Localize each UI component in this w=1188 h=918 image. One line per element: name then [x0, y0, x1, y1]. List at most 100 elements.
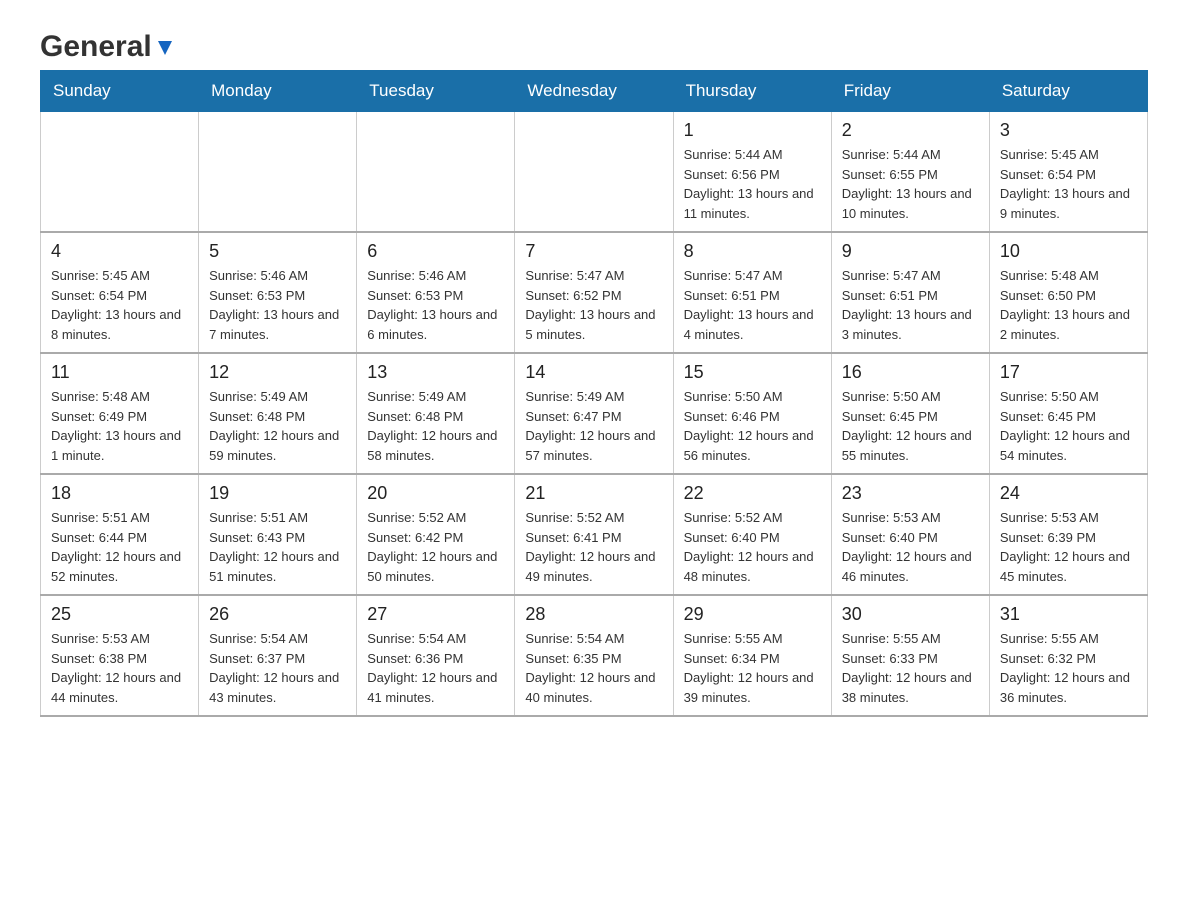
day-info: Sunrise: 5:54 AMSunset: 6:36 PMDaylight:…	[367, 629, 504, 707]
calendar-cell: 20 Sunrise: 5:52 AMSunset: 6:42 PMDayligh…	[357, 474, 515, 595]
day-info: Sunrise: 5:51 AMSunset: 6:43 PMDaylight:…	[209, 508, 346, 586]
day-info: Sunrise: 5:52 AMSunset: 6:42 PMDaylight:…	[367, 508, 504, 586]
calendar-header-thursday: Thursday	[673, 71, 831, 112]
day-number: 10	[1000, 241, 1137, 262]
logo: General	[40, 30, 176, 60]
calendar-week-4: 18 Sunrise: 5:51 AMSunset: 6:44 PMDayligh…	[41, 474, 1148, 595]
calendar-cell: 14 Sunrise: 5:49 AMSunset: 6:47 PMDayligh…	[515, 353, 673, 474]
day-info: Sunrise: 5:45 AMSunset: 6:54 PMDaylight:…	[1000, 145, 1137, 223]
logo-general-text: General	[40, 30, 152, 64]
day-info: Sunrise: 5:49 AMSunset: 6:47 PMDaylight:…	[525, 387, 662, 465]
calendar-cell: 1 Sunrise: 5:44 AMSunset: 6:56 PMDaylight…	[673, 112, 831, 233]
calendar-cell: 7 Sunrise: 5:47 AMSunset: 6:52 PMDaylight…	[515, 232, 673, 353]
day-number: 17	[1000, 362, 1137, 383]
calendar-week-1: 1 Sunrise: 5:44 AMSunset: 6:56 PMDaylight…	[41, 112, 1148, 233]
day-number: 12	[209, 362, 346, 383]
day-number: 18	[51, 483, 188, 504]
day-number: 27	[367, 604, 504, 625]
calendar-cell: 5 Sunrise: 5:46 AMSunset: 6:53 PMDaylight…	[199, 232, 357, 353]
calendar-cell: 18 Sunrise: 5:51 AMSunset: 6:44 PMDayligh…	[41, 474, 199, 595]
day-number: 14	[525, 362, 662, 383]
calendar-cell	[41, 112, 199, 233]
day-number: 21	[525, 483, 662, 504]
day-number: 3	[1000, 120, 1137, 141]
day-number: 5	[209, 241, 346, 262]
calendar-week-2: 4 Sunrise: 5:45 AMSunset: 6:54 PMDaylight…	[41, 232, 1148, 353]
calendar-table: SundayMondayTuesdayWednesdayThursdayFrid…	[40, 70, 1148, 717]
calendar-cell: 19 Sunrise: 5:51 AMSunset: 6:43 PMDayligh…	[199, 474, 357, 595]
day-number: 24	[1000, 483, 1137, 504]
day-number: 1	[684, 120, 821, 141]
calendar-cell: 3 Sunrise: 5:45 AMSunset: 6:54 PMDaylight…	[989, 112, 1147, 233]
day-info: Sunrise: 5:45 AMSunset: 6:54 PMDaylight:…	[51, 266, 188, 344]
day-info: Sunrise: 5:46 AMSunset: 6:53 PMDaylight:…	[209, 266, 346, 344]
day-info: Sunrise: 5:52 AMSunset: 6:41 PMDaylight:…	[525, 508, 662, 586]
day-number: 31	[1000, 604, 1137, 625]
day-info: Sunrise: 5:52 AMSunset: 6:40 PMDaylight:…	[684, 508, 821, 586]
day-info: Sunrise: 5:54 AMSunset: 6:37 PMDaylight:…	[209, 629, 346, 707]
day-info: Sunrise: 5:54 AMSunset: 6:35 PMDaylight:…	[525, 629, 662, 707]
calendar-cell: 22 Sunrise: 5:52 AMSunset: 6:40 PMDayligh…	[673, 474, 831, 595]
calendar-cell: 29Sunrise: 5:55 AMSunset: 6:34 PMDayligh…	[673, 595, 831, 716]
calendar-cell: 27 Sunrise: 5:54 AMSunset: 6:36 PMDayligh…	[357, 595, 515, 716]
day-info: Sunrise: 5:46 AMSunset: 6:53 PMDaylight:…	[367, 266, 504, 344]
calendar-cell: 24Sunrise: 5:53 AMSunset: 6:39 PMDayligh…	[989, 474, 1147, 595]
calendar-header-saturday: Saturday	[989, 71, 1147, 112]
calendar-cell: 2 Sunrise: 5:44 AMSunset: 6:55 PMDaylight…	[831, 112, 989, 233]
day-number: 20	[367, 483, 504, 504]
calendar-cell: 4 Sunrise: 5:45 AMSunset: 6:54 PMDaylight…	[41, 232, 199, 353]
calendar-cell: 12 Sunrise: 5:49 AMSunset: 6:48 PMDayligh…	[199, 353, 357, 474]
day-number: 26	[209, 604, 346, 625]
calendar-cell: 16 Sunrise: 5:50 AMSunset: 6:45 PMDayligh…	[831, 353, 989, 474]
calendar-header-monday: Monday	[199, 71, 357, 112]
day-info: Sunrise: 5:44 AMSunset: 6:56 PMDaylight:…	[684, 145, 821, 223]
day-info: Sunrise: 5:47 AMSunset: 6:51 PMDaylight:…	[842, 266, 979, 344]
calendar-cell: 21 Sunrise: 5:52 AMSunset: 6:41 PMDayligh…	[515, 474, 673, 595]
day-number: 30	[842, 604, 979, 625]
day-number: 4	[51, 241, 188, 262]
day-number: 22	[684, 483, 821, 504]
day-info: Sunrise: 5:55 AMSunset: 6:32 PMDaylight:…	[1000, 629, 1137, 707]
day-number: 23	[842, 483, 979, 504]
day-number: 25	[51, 604, 188, 625]
calendar-week-3: 11 Sunrise: 5:48 AMSunset: 6:49 PMDayligh…	[41, 353, 1148, 474]
day-number: 2	[842, 120, 979, 141]
day-info: Sunrise: 5:50 AMSunset: 6:45 PMDaylight:…	[842, 387, 979, 465]
calendar-cell: 31 Sunrise: 5:55 AMSunset: 6:32 PMDayligh…	[989, 595, 1147, 716]
calendar-cell: 15Sunrise: 5:50 AMSunset: 6:46 PMDayligh…	[673, 353, 831, 474]
day-number: 11	[51, 362, 188, 383]
day-info: Sunrise: 5:49 AMSunset: 6:48 PMDaylight:…	[209, 387, 346, 465]
calendar-header-row: SundayMondayTuesdayWednesdayThursdayFrid…	[41, 71, 1148, 112]
day-info: Sunrise: 5:51 AMSunset: 6:44 PMDaylight:…	[51, 508, 188, 586]
day-number: 16	[842, 362, 979, 383]
calendar-cell: 30 Sunrise: 5:55 AMSunset: 6:33 PMDayligh…	[831, 595, 989, 716]
day-number: 13	[367, 362, 504, 383]
day-info: Sunrise: 5:55 AMSunset: 6:34 PMDaylight:…	[684, 629, 821, 707]
day-info: Sunrise: 5:53 AMSunset: 6:38 PMDaylight:…	[51, 629, 188, 707]
day-info: Sunrise: 5:48 AMSunset: 6:49 PMDaylight:…	[51, 387, 188, 465]
day-number: 9	[842, 241, 979, 262]
day-number: 7	[525, 241, 662, 262]
header: General	[40, 30, 1148, 60]
day-info: Sunrise: 5:55 AMSunset: 6:33 PMDaylight:…	[842, 629, 979, 707]
day-number: 28	[525, 604, 662, 625]
logo-triangle-icon	[154, 37, 176, 59]
day-info: Sunrise: 5:53 AMSunset: 6:40 PMDaylight:…	[842, 508, 979, 586]
day-number: 15	[684, 362, 821, 383]
day-info: Sunrise: 5:47 AMSunset: 6:51 PMDaylight:…	[684, 266, 821, 344]
day-info: Sunrise: 5:47 AMSunset: 6:52 PMDaylight:…	[525, 266, 662, 344]
day-info: Sunrise: 5:49 AMSunset: 6:48 PMDaylight:…	[367, 387, 504, 465]
calendar-cell: 9 Sunrise: 5:47 AMSunset: 6:51 PMDaylight…	[831, 232, 989, 353]
calendar-cell: 17Sunrise: 5:50 AMSunset: 6:45 PMDayligh…	[989, 353, 1147, 474]
day-info: Sunrise: 5:44 AMSunset: 6:55 PMDaylight:…	[842, 145, 979, 223]
day-number: 19	[209, 483, 346, 504]
calendar-cell	[199, 112, 357, 233]
calendar-cell: 26 Sunrise: 5:54 AMSunset: 6:37 PMDayligh…	[199, 595, 357, 716]
calendar-header-wednesday: Wednesday	[515, 71, 673, 112]
calendar-cell: 10Sunrise: 5:48 AMSunset: 6:50 PMDayligh…	[989, 232, 1147, 353]
calendar-cell	[515, 112, 673, 233]
calendar-cell: 28 Sunrise: 5:54 AMSunset: 6:35 PMDayligh…	[515, 595, 673, 716]
calendar-week-5: 25 Sunrise: 5:53 AMSunset: 6:38 PMDayligh…	[41, 595, 1148, 716]
calendar-cell: 13 Sunrise: 5:49 AMSunset: 6:48 PMDayligh…	[357, 353, 515, 474]
calendar-cell: 8Sunrise: 5:47 AMSunset: 6:51 PMDaylight…	[673, 232, 831, 353]
